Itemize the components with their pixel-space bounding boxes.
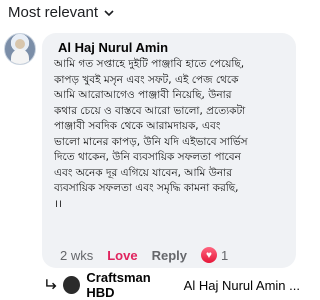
comment-time[interactable]: 2 wks	[60, 248, 93, 263]
avatar[interactable]	[4, 33, 36, 65]
reply-preview-text: Al Haj Nurul Amin ...	[183, 277, 300, 293]
reply-preview-row[interactable]: Craftsman HBD Al Haj Nurul Amin ...	[44, 270, 300, 300]
reply-avatar[interactable]	[63, 276, 81, 294]
reply-author[interactable]: Craftsman HBD	[86, 270, 177, 300]
comment-text: আমি গত সপ্তাহে দুইটি পাঞ্জাবি হাতে পেয়ে…	[54, 58, 248, 210]
comment-actions: 2 wks Love Reply ♥ 1	[60, 247, 228, 263]
sort-label: Most relevant	[8, 4, 99, 21]
comment-author[interactable]: Al Haj Nurul Amin	[58, 40, 168, 55]
love-button[interactable]: Love	[107, 248, 137, 263]
reply-arrow-icon	[46, 279, 57, 290]
heart-icon[interactable]: ♥	[200, 247, 217, 263]
avatar-body	[11, 49, 29, 64]
chevron-down-icon	[104, 9, 114, 16]
reaction-count: 1	[220, 247, 229, 263]
sort-dropdown[interactable]: Most relevant	[8, 4, 114, 21]
reply-button[interactable]: Reply	[152, 248, 187, 263]
avatar-head	[15, 39, 25, 49]
